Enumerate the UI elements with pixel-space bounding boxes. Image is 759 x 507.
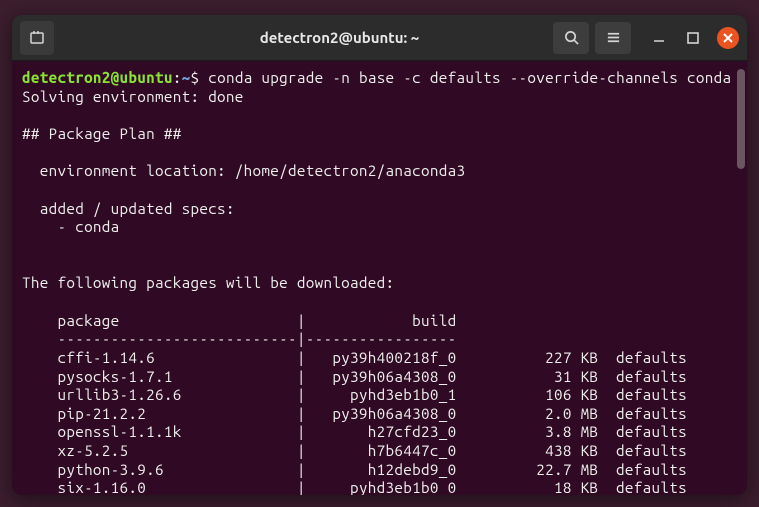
command: conda upgrade -n base -c defaults --over… [208,69,731,86]
package-row: six-1.16.0 | pyhd3eb1b0_0 18 KB defaults [22,479,737,495]
package-row: pysocks-1.7.1 | py39h06a4308_0 31 KB def… [22,368,737,387]
blank-line [22,144,737,163]
package-rows: cffi-1.14.6 | py39h400218f_0 227 KB defa… [22,349,737,495]
titlebar: detectron2@ubuntu: ~ [12,15,747,61]
blank-line [22,237,737,256]
prompt-separator: : [173,69,182,86]
solving-line: Solving environment: done [22,88,737,107]
table-header: package | build [22,312,737,331]
search-button[interactable] [553,22,589,54]
package-row: xz-5.2.5 | h7b6447c_0 438 KB defaults [22,442,737,461]
hamburger-menu-button[interactable] [595,22,631,54]
table-divider: ---------------------------|------------… [22,330,737,349]
blank-line [22,293,737,312]
scrollbar-thumb[interactable] [737,69,745,169]
blank-line [22,106,737,125]
new-tab-button[interactable] [20,21,54,55]
package-row: python-3.9.6 | h12debd9_0 22.7 MB defaul… [22,461,737,480]
specs-item: - conda [22,218,737,237]
env-location: environment location: /home/detectron2/a… [22,162,737,181]
blank-line [22,256,737,275]
window-controls [649,27,739,49]
minimize-button[interactable] [649,28,669,48]
terminal-window: detectron2@ubuntu: ~ detectron2@ [12,15,747,495]
titlebar-left [20,21,160,55]
package-row: cffi-1.14.6 | py39h400218f_0 227 KB defa… [22,349,737,368]
prompt-line: detectron2@ubuntu:~$ conda upgrade -n ba… [22,69,737,88]
blank-line [22,181,737,200]
window-title: detectron2@ubuntu: ~ [160,29,519,46]
maximize-button[interactable] [683,28,703,48]
download-header: The following packages will be downloade… [22,274,737,293]
command-text [199,69,208,86]
terminal-body[interactable]: detectron2@ubuntu:~$ conda upgrade -n ba… [12,61,747,495]
plan-header: ## Package Plan ## [22,125,737,144]
specs-header: added / updated specs: [22,200,737,219]
titlebar-right [519,22,739,54]
package-row: openssl-1.1.1k | h27cfd23_0 3.8 MB defau… [22,423,737,442]
package-row: urllib3-1.26.6 | pyhd3eb1b0_1 106 KB def… [22,386,737,405]
package-row: pip-21.2.2 | py39h06a4308_0 2.0 MB defau… [22,405,737,424]
close-button[interactable] [717,27,739,49]
prompt-user-host: detectron2@ubuntu [22,69,173,86]
